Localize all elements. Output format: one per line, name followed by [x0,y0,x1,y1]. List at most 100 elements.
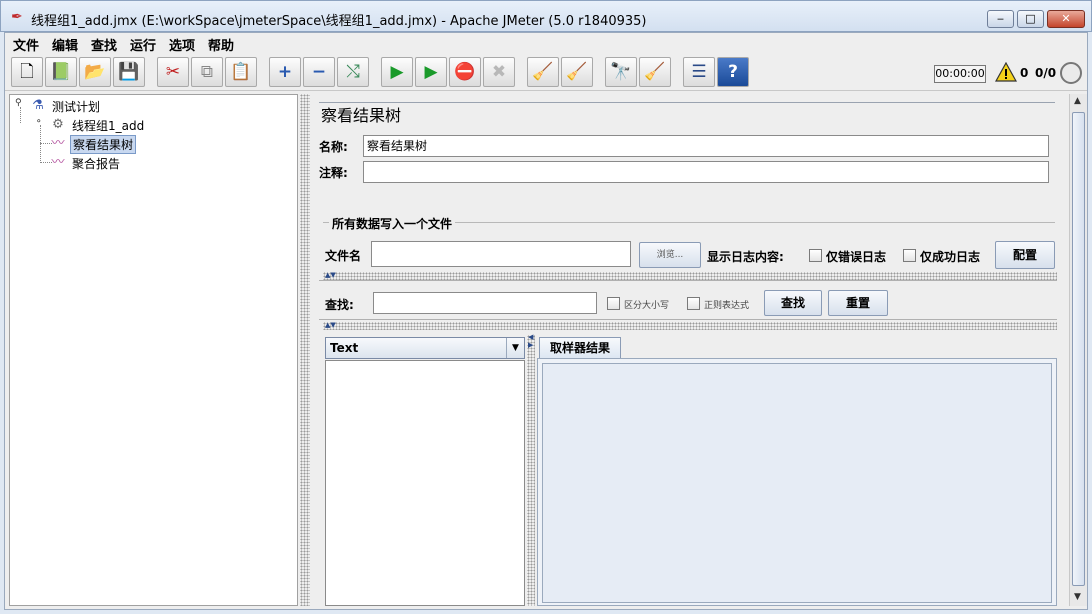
scroll-thumb[interactable] [1072,112,1085,586]
start-button[interactable]: ▶ [381,57,413,87]
maximize-button[interactable]: □ [1017,10,1044,28]
browse-button[interactable]: 浏览... [639,242,701,268]
function-helper-button[interactable]: ☰ [683,57,715,87]
errors-only-label[interactable]: 仅错误日志 [826,248,886,265]
cut-icon: ✂ [165,61,181,82]
templates-button[interactable]: 📗 [45,57,77,87]
copy-button[interactable]: ⧉ [191,57,223,87]
success-only-checkbox[interactable] [903,249,916,262]
reset-button[interactable]: 重置 [828,290,888,316]
comment-label: 注释: [319,165,348,180]
splitter-arrows-icon[interactable]: ◀ ▶ [528,333,533,349]
filename-field[interactable] [371,241,631,267]
listener-icon: 〰 [51,155,65,170]
menu-bar: 文件 编辑 查找 运行 选项 帮助 [5,33,1087,54]
open-icon: 📂 [84,61,106,82]
shutdown-icon: ✖ [491,61,507,82]
search-label: 查找: [325,298,354,312]
search-button[interactable]: 🔭 [605,57,637,87]
clear-button[interactable]: 🧹 [527,57,559,87]
thread-group-icon: ⚙ [52,117,64,132]
error-count: 0 [1020,66,1029,80]
search-field[interactable] [373,292,597,314]
broom-icon: 🧹 [644,61,666,82]
configure-button[interactable]: 配置 [995,241,1055,269]
errors-only-checkbox[interactable] [809,249,822,262]
tree-node-aggregate-report[interactable]: 〰 聚合报告 [50,154,122,172]
regex-checkbox[interactable] [687,297,700,310]
close-button[interactable]: ✕ [1047,10,1085,28]
minimize-button[interactable]: ‒ [987,10,1014,28]
sampler-result-view [542,363,1052,603]
stop-button[interactable]: ⛔ [449,57,481,87]
start-icon: ▶ [390,61,404,82]
menu-edit[interactable]: 编辑 [52,35,78,54]
main-splitter[interactable] [300,94,310,606]
test-plan-tree: ⚲ ⚬ ⚗ 测试计划 ⚙ 线程组1_add 〰 察看结果树 〰 聚合报告 [9,94,298,606]
open-button[interactable]: 📂 [79,57,111,87]
tree-node-label: 聚合报告 [72,156,121,171]
cut-button[interactable]: ✂ [157,57,189,87]
warning-icon[interactable] [995,62,1017,82]
splitter-arrows-icon[interactable]: ▲▼ [325,271,336,279]
tab-sampler-result[interactable]: 取样器结果 [539,337,622,359]
results-splitter[interactable] [527,335,535,606]
tree-node-test-plan[interactable]: ⚗ 测试计划 [30,97,102,115]
panel-splitter[interactable] [323,322,1057,330]
success-only-label[interactable]: 仅成功日志 [920,248,980,265]
tree-node-thread-group[interactable]: ⚙ 线程组1_add [50,116,146,134]
menu-run[interactable]: 运行 [130,35,156,54]
menu-search[interactable]: 查找 [91,35,117,54]
start-no-pauses-button[interactable]: ▶ [415,57,447,87]
help-icon: ? [728,61,738,82]
save-button[interactable]: 💾 [113,57,145,87]
clear-all-button[interactable]: 🧹 [561,57,593,87]
paste-icon: 📋 [230,61,252,82]
panel-title: 察看结果树 [319,102,1055,130]
scroll-up-icon[interactable]: ▲ [1074,96,1081,106]
start-no-pause-icon: ▶ [424,61,438,82]
tree-node-view-results-tree[interactable]: 〰 察看结果树 [50,134,137,154]
collapse-icon: − [311,61,327,82]
comment-row: 注释: [319,161,1049,183]
scroll-down-icon[interactable]: ▼ [1074,592,1081,602]
help-button[interactable]: ? [717,57,749,87]
menu-options[interactable]: 选项 [169,35,195,54]
collapse-toggle-icon[interactable]: ⚬ [35,117,43,127]
tree-node-label: 测试计划 [52,99,101,114]
shutdown-button[interactable]: ✖ [483,57,515,87]
new-icon: 🗋 [20,61,34,82]
sampler-result-list[interactable] [325,360,525,606]
filename-label: 文件名 [325,249,362,263]
vertical-scrollbar[interactable]: ▲ ▼ [1069,94,1087,606]
new-button[interactable]: 🗋 [11,57,43,87]
log-content-label: 显示日志内容: [707,250,784,264]
results-split: Text ▼ ◀ ▶ 取样器结果 [319,331,1057,606]
splitter-arrows-icon[interactable]: ▲▼ [325,321,336,329]
name-field[interactable]: 察看结果树 [363,135,1049,157]
element-panel: 察看结果树 名称: 察看结果树 注释: 所有数据写入一个文件 文件名 浏览...… [311,94,1069,606]
expand-all-button[interactable]: + [269,57,301,87]
tree-node-label: 线程组1_add [72,118,145,133]
toggle-button[interactable]: ⤭ [337,57,369,87]
listener-icon: 〰 [51,136,65,151]
find-button[interactable]: 查找 [764,290,822,316]
collapse-toggle-icon[interactable]: ⚲ [15,98,22,108]
tree-node-label: 察看结果树 [70,134,137,154]
function-helper-icon: ☰ [691,61,707,82]
collapse-all-button[interactable]: − [303,57,335,87]
menu-file[interactable]: 文件 [13,35,39,54]
menu-help[interactable]: 帮助 [208,35,234,54]
chevron-down-icon[interactable]: ▼ [506,338,524,358]
reset-search-button[interactable]: 🧹 [639,57,671,87]
regex-label[interactable]: 正则表达式 [704,298,749,311]
paste-button[interactable]: 📋 [225,57,257,87]
case-sensitive-label[interactable]: 区分大小写 [624,298,669,311]
case-sensitive-checkbox[interactable] [607,297,620,310]
name-row: 名称: 察看结果树 [319,135,1049,157]
toggle-icon: ⤭ [346,61,360,82]
renderer-value: Text [330,341,359,355]
renderer-select[interactable]: Text ▼ [325,337,525,359]
comment-field[interactable] [363,161,1049,183]
panel-splitter[interactable] [323,272,1057,280]
